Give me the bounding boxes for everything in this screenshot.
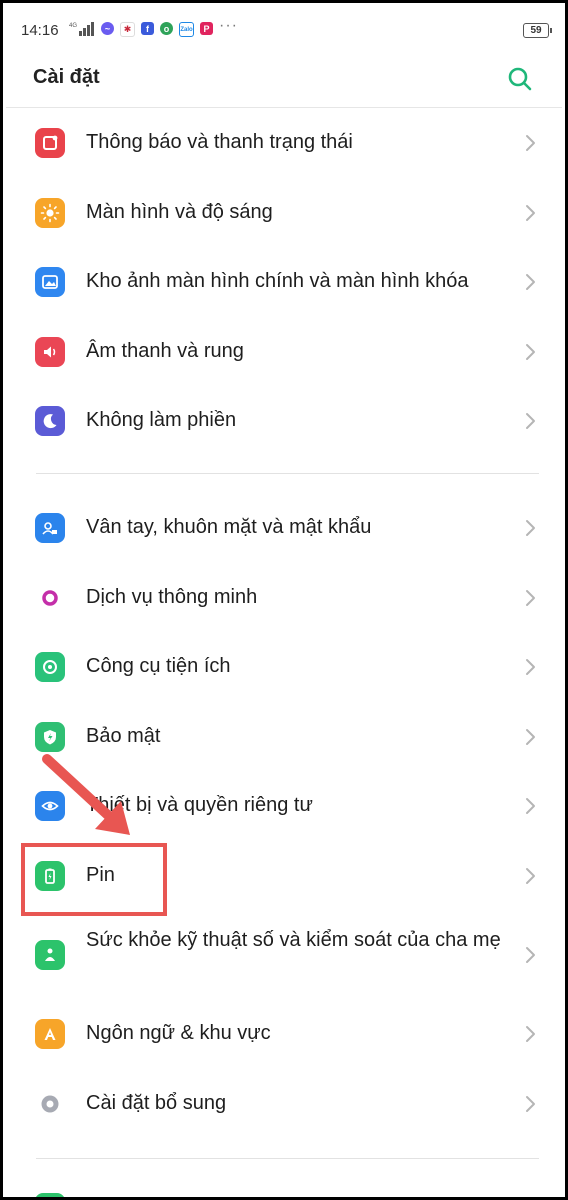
- settings-row[interactable]: Sức khỏe kỹ thuật số và kiểm soát của ch…: [3, 920, 565, 990]
- facebook-icon: f: [141, 22, 154, 35]
- app-icon: o: [160, 22, 173, 35]
- chevron-right-icon: [526, 205, 535, 221]
- settings-row[interactable]: Âm thanh và rung: [3, 317, 565, 387]
- smart-service-icon: [35, 583, 65, 613]
- section-divider: [36, 1158, 539, 1159]
- settings-row-label: Thông báo và thanh trạng thái: [86, 131, 353, 153]
- digital-wellbeing-icon: [35, 940, 65, 970]
- extra-settings-icon: [35, 1089, 65, 1119]
- language-icon: [35, 1019, 65, 1049]
- moon-icon: [35, 406, 65, 436]
- highlight-box: [21, 843, 167, 916]
- app-header: Cài đặt: [3, 53, 565, 105]
- sound-icon: [35, 337, 65, 367]
- status-bar: 14:16 4G ~ ✱ f o Zalo P ··· 59: [3, 3, 565, 47]
- battery-indicator: 59: [523, 23, 552, 38]
- settings-row-label: Ngôn ngữ & khu vực: [86, 1022, 271, 1044]
- chevron-right-icon: [526, 344, 535, 360]
- settings-row-label: Dịch vụ thông minh: [86, 586, 258, 608]
- settings-row-label: Sức khỏe kỹ thuật số và kiểm soát của ch…: [86, 929, 501, 951]
- settings-row-label: Cài đặt bổ sung: [86, 1092, 227, 1114]
- shield-icon: [35, 722, 65, 752]
- zalo-icon: Zalo: [179, 22, 194, 37]
- search-icon[interactable]: [507, 66, 533, 92]
- settings-row-label: Thiết bị và quyền riêng tư: [86, 794, 313, 816]
- pinterest-icon: P: [200, 22, 213, 35]
- chevron-right-icon: [526, 1096, 535, 1112]
- fingerprint-face-icon: [35, 513, 65, 543]
- settings-row-label: Công cụ tiện ích: [86, 655, 231, 677]
- chevron-right-icon: [526, 590, 535, 606]
- chevron-right-icon: [526, 520, 535, 536]
- settings-row-label: Âm thanh và rung: [86, 340, 244, 362]
- chevron-right-icon: [526, 659, 535, 675]
- settings-row[interactable]: Vân tay, khuôn mặt và mật khẩu: [3, 493, 565, 563]
- tools-icon: [35, 652, 65, 682]
- messenger-icon: ~: [101, 22, 114, 35]
- privacy-eye-icon: [35, 791, 65, 821]
- settings-row-label: Kho ảnh màn hình chính và màn hình khóa: [86, 270, 469, 292]
- screen: 14:16 4G ~ ✱ f o Zalo P ··· 59 Cài đặt T…: [0, 0, 568, 1200]
- chevron-right-icon: [526, 413, 535, 429]
- settings-row[interactable]: Kho ảnh màn hình chính và màn hình khóa: [3, 247, 565, 317]
- settings-row[interactable]: Công cụ tiện ích: [3, 632, 565, 702]
- status-time: 14:16: [21, 22, 59, 39]
- chevron-right-icon: [526, 1026, 535, 1042]
- settings-row[interactable]: Bảo mật: [3, 702, 565, 772]
- settings-row[interactable]: Cài đặt bổ sung: [3, 1069, 565, 1139]
- news-icon: ✱: [120, 22, 135, 37]
- settings-row[interactable]: Thiết bị và quyền riêng tư: [3, 771, 565, 841]
- settings-row[interactable]: Màn hình và độ sáng: [3, 178, 565, 248]
- settings-row-label: Không làm phiền: [86, 409, 237, 431]
- chevron-right-icon: [526, 868, 535, 884]
- settings-row[interactable]: Không làm phiền: [3, 386, 565, 456]
- brightness-icon: [35, 198, 65, 228]
- next-item-icon: [35, 1193, 65, 1197]
- more-notifications-icon: ···: [219, 17, 238, 34]
- notification-icon: [35, 128, 65, 158]
- settings-row[interactable]: Dịch vụ thông minh: [3, 563, 565, 633]
- chevron-right-icon: [526, 798, 535, 814]
- wallpaper-icon: [35, 267, 65, 297]
- settings-row-label: Màn hình và độ sáng: [86, 201, 273, 223]
- settings-row[interactable]: Ngôn ngữ & khu vực: [3, 999, 565, 1069]
- notification-icons: ~ ✱ f o Zalo P: [101, 22, 213, 37]
- signal-icon: 4G: [69, 22, 94, 36]
- section-divider: [36, 473, 539, 474]
- network-label: 4G: [69, 23, 77, 29]
- chevron-right-icon: [526, 135, 535, 151]
- settings-row[interactable]: Thông báo và thanh trạng thái: [3, 108, 565, 178]
- chevron-right-icon: [526, 729, 535, 745]
- settings-row-label: Vân tay, khuôn mặt và mật khẩu: [86, 516, 372, 538]
- page-title: Cài đặt: [33, 66, 100, 88]
- chevron-right-icon: [526, 274, 535, 290]
- settings-row-label: Bảo mật: [86, 725, 161, 747]
- chevron-right-icon: [526, 947, 535, 963]
